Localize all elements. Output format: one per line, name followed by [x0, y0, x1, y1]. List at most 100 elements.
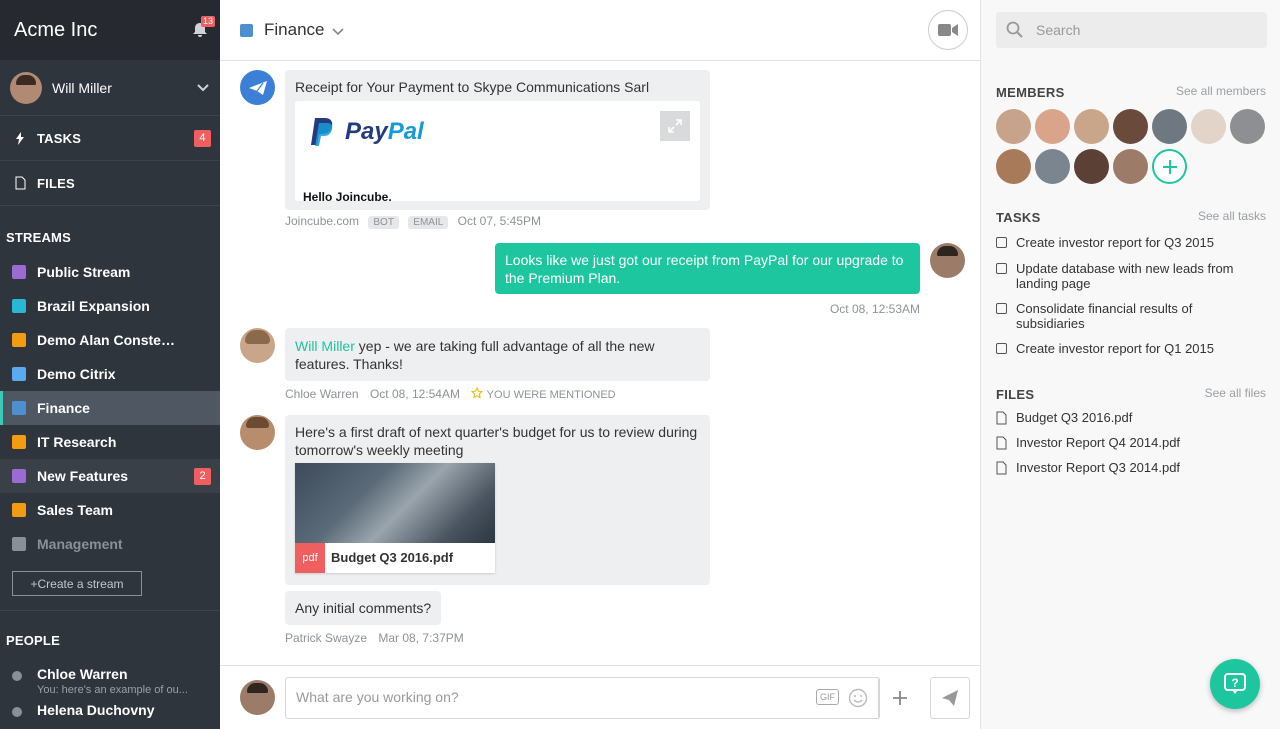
- member-avatar[interactable]: [1113, 109, 1148, 144]
- paypal-word-a: Pay: [345, 118, 388, 145]
- file-item[interactable]: Investor Report Q4 2014.pdf: [996, 435, 1180, 450]
- task-checkbox[interactable]: [996, 303, 1007, 314]
- bolt-icon: [14, 131, 26, 145]
- member-avatar[interactable]: [1230, 109, 1265, 144]
- paypal-logo: PayPal: [309, 117, 424, 147]
- stream-color: [12, 537, 26, 551]
- task-checkbox[interactable]: [996, 237, 1007, 248]
- file-attachment[interactable]: pdf Budget Q3 2016.pdf: [295, 463, 495, 573]
- bot-avatar: [240, 70, 275, 105]
- svg-text:?: ?: [1231, 676, 1238, 690]
- chevron-down-icon[interactable]: [332, 28, 345, 36]
- sender-name[interactable]: Patrick Swayze: [285, 631, 367, 645]
- nav-files[interactable]: FILES: [0, 161, 220, 206]
- member-avatar[interactable]: [1074, 109, 1109, 144]
- video-call-button[interactable]: [928, 10, 968, 50]
- attach-divider: [878, 678, 879, 718]
- expand-button[interactable]: [660, 111, 690, 141]
- user-menu[interactable]: Will Miller: [0, 60, 220, 116]
- plus-icon: [1162, 159, 1177, 174]
- emoji-icon[interactable]: [848, 688, 868, 708]
- create-stream-button[interactable]: +Create a stream: [12, 571, 142, 596]
- see-all-members-link[interactable]: See all members: [1176, 84, 1266, 98]
- stream-public-stream[interactable]: Public Stream: [0, 255, 220, 289]
- stream-new-features[interactable]: New Features 2: [0, 459, 220, 493]
- timestamp: Oct 08, 12:53AM: [829, 302, 920, 316]
- pdf-icon: pdf: [295, 543, 325, 573]
- message-input[interactable]: What are you working on? GIF: [285, 677, 907, 719]
- member-avatar[interactable]: [1074, 149, 1109, 184]
- gif-button[interactable]: GIF: [816, 689, 839, 705]
- file-item[interactable]: Budget Q3 2016.pdf: [996, 410, 1132, 425]
- task-checkbox[interactable]: [996, 263, 1007, 274]
- message-meta: Chloe Warren Oct 08, 12:54AM YOU WERE ME…: [285, 386, 616, 401]
- see-all-tasks-link[interactable]: See all tasks: [1198, 209, 1266, 223]
- stream-demo-citrix[interactable]: Demo Citrix: [0, 357, 220, 391]
- member-avatar[interactable]: [996, 149, 1031, 184]
- member-avatar[interactable]: [1113, 149, 1148, 184]
- sender-name[interactable]: Chloe Warren: [285, 387, 359, 401]
- file-name: Budget Q3 2016.pdf: [1016, 410, 1133, 425]
- stream-management[interactable]: Management: [0, 527, 220, 561]
- message-meta: Joincube.com BOT EMAIL Oct 07, 5:45PM: [285, 214, 541, 229]
- mention-link[interactable]: Will Miller: [295, 338, 355, 354]
- member-avatar[interactable]: [1035, 109, 1070, 144]
- task-item[interactable]: Consolidate financial results of subsidi…: [996, 301, 1256, 331]
- task-checkbox[interactable]: [996, 343, 1007, 354]
- tasks-title: TASKS: [996, 210, 1041, 225]
- member-avatar[interactable]: [996, 109, 1031, 144]
- stream-color: [12, 435, 26, 449]
- stream-demo-alan[interactable]: Demo Alan Conste…: [0, 323, 220, 357]
- timestamp: Oct 07, 5:45PM: [457, 214, 542, 228]
- message-bubble: Here's a first draft of next quarter's b…: [285, 415, 710, 585]
- timestamp: Mar 08, 7:37PM: [378, 631, 464, 645]
- stream-it-research[interactable]: IT Research: [0, 425, 220, 459]
- search-input[interactable]: Search: [996, 12, 1267, 48]
- help-chat-button[interactable]: ?: [1210, 659, 1260, 709]
- stream-label: Brazil Expansion: [37, 298, 150, 314]
- avatar: [240, 328, 275, 363]
- see-all-files-link[interactable]: See all files: [1205, 386, 1266, 400]
- person-chloe-warren[interactable]: Chloe Warren You: here's an example of ou…: [0, 666, 220, 696]
- nav-tasks[interactable]: TASKS 4: [0, 116, 220, 161]
- sidebar-header: Acme Inc 13: [0, 0, 220, 60]
- file-icon: [996, 411, 1007, 424]
- stream-brazil-expansion[interactable]: Brazil Expansion: [0, 289, 220, 323]
- stream-color: [12, 503, 26, 517]
- stream-finance[interactable]: Finance: [0, 391, 220, 425]
- member-avatar[interactable]: [1035, 149, 1070, 184]
- add-member-button[interactable]: [1152, 149, 1187, 184]
- help-chat-icon: ?: [1224, 673, 1246, 694]
- task-item[interactable]: Create investor report for Q1 2015: [996, 341, 1256, 356]
- send-button[interactable]: [930, 677, 970, 719]
- file-icon: [14, 176, 26, 190]
- sender-name[interactable]: Joincube.com: [285, 214, 359, 228]
- workspace-name[interactable]: Acme Inc: [14, 19, 97, 42]
- avatar: [240, 680, 275, 715]
- timestamp: Oct 08, 12:54AM: [369, 387, 460, 401]
- task-item[interactable]: Create investor report for Q3 2015: [996, 235, 1256, 250]
- task-item[interactable]: Update database with new leads from land…: [996, 261, 1256, 291]
- member-avatar[interactable]: [1152, 109, 1187, 144]
- main-panel: Finance Receipt for Your Payment to Skyp…: [220, 0, 980, 729]
- tasks-badge: 4: [194, 129, 211, 147]
- channel-title[interactable]: Finance: [264, 20, 324, 40]
- message-list: Receipt for Your Payment to Skype Commun…: [220, 61, 980, 666]
- stream-label: Demo Citrix: [37, 366, 116, 382]
- file-icon: [996, 436, 1007, 449]
- email-preview[interactable]: PayPal Hello Joincube,: [295, 101, 700, 201]
- attachment-name: Budget Q3 2016.pdf: [331, 550, 454, 565]
- bot-tag: BOT: [368, 216, 399, 229]
- members-title: MEMBERS: [996, 85, 1065, 100]
- plus-icon[interactable]: [892, 690, 908, 706]
- task-label: Update database with new leads from land…: [1016, 261, 1234, 291]
- message-bubble: Receipt for Your Payment to Skype Commun…: [285, 70, 710, 210]
- member-avatar[interactable]: [1191, 109, 1226, 144]
- files-title: FILES: [996, 387, 1035, 402]
- file-item[interactable]: Investor Report Q3 2014.pdf: [996, 460, 1180, 475]
- chevron-down-icon[interactable]: [196, 83, 210, 93]
- task-label: Create investor report for Q3 2015: [1016, 235, 1214, 250]
- stream-label: Management: [37, 536, 123, 552]
- stream-sales-team[interactable]: Sales Team: [0, 493, 220, 527]
- person-helena-duchovny[interactable]: Helena Duchovny: [0, 702, 220, 718]
